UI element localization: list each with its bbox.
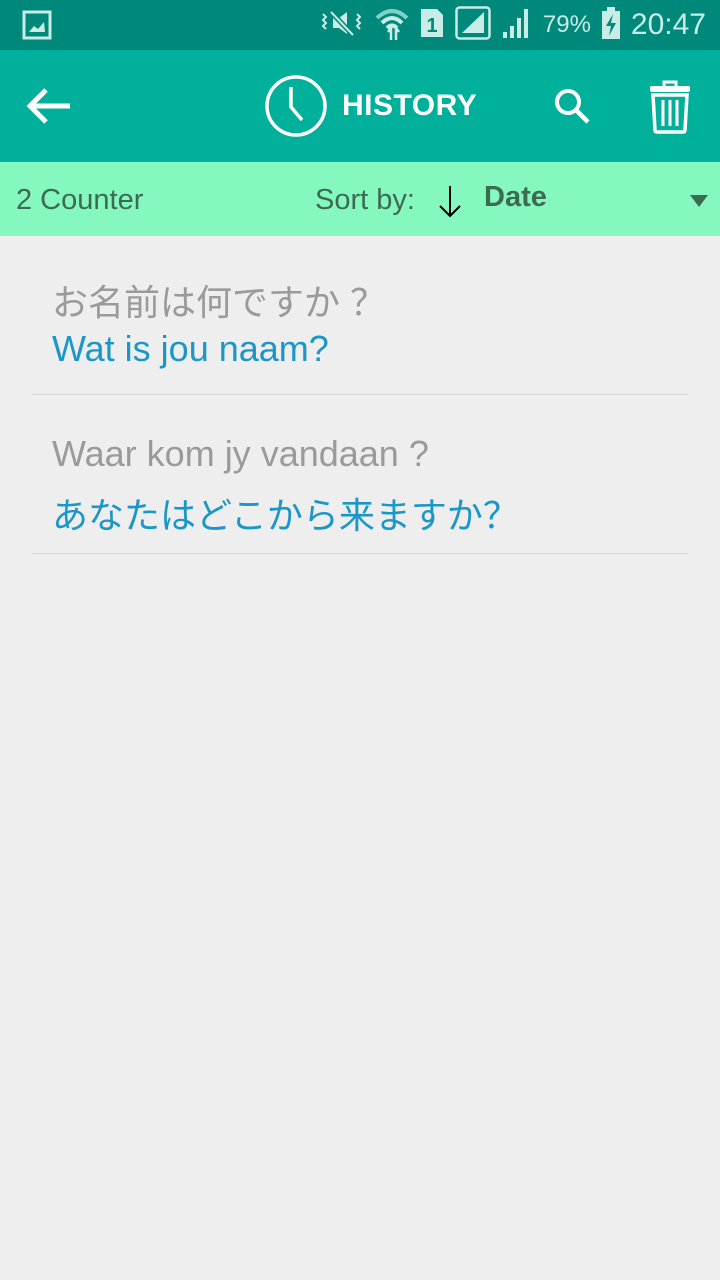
sim1-icon: 1 [419, 7, 445, 44]
translation-text: あなたはどこから来ますか？ [52, 495, 519, 536]
signal-icon-2 [501, 6, 533, 45]
back-arrow-icon [26, 88, 70, 124]
arrow-down-icon[interactable] [436, 184, 464, 218]
title-group: HISTORY [264, 74, 477, 138]
status-bar: 1 79% 20:47 [0, 0, 720, 50]
source-text: お名前は何ですか ？ [52, 282, 387, 323]
history-list: お名前は何ですか ？ Wat is jou naam? Waar kom jy … [32, 236, 688, 554]
search-button[interactable] [552, 86, 592, 126]
trash-icon [650, 80, 690, 134]
history-item[interactable]: Waar kom jy vandaan ? あなたはどこから来ますか？ [32, 395, 688, 554]
history-item[interactable]: お名前は何ですか ？ Wat is jou naam? [32, 236, 688, 395]
sort-bar: 2 Counter Sort by: Date [0, 162, 720, 236]
search-icon [555, 89, 590, 124]
back-button[interactable] [26, 86, 74, 126]
app-bar: HISTORY [0, 50, 720, 162]
sort-select[interactable]: Date [484, 181, 547, 214]
sort-label: Sort by: [315, 184, 415, 216]
battery-percent: 79% [542, 11, 591, 38]
clock-icon [265, 75, 327, 137]
status-icons: 1 79% 20:47 [319, 0, 706, 50]
clock-time: 20:47 [630, 8, 706, 41]
delete-all-button[interactable] [648, 80, 692, 134]
page-title: HISTORY [342, 89, 478, 122]
dropdown-arrow-icon[interactable] [690, 195, 708, 207]
wifi-icon [375, 6, 409, 45]
gallery-notification-icon [22, 10, 52, 45]
translation-text: Wat is jou naam? [52, 328, 329, 369]
history-counter: 2 Counter [16, 184, 144, 216]
vibrate-mute-icon [319, 8, 365, 43]
battery-charging-icon [601, 6, 621, 45]
svg-text:1: 1 [426, 15, 437, 37]
signal-icon [455, 5, 491, 45]
source-text: Waar kom jy vandaan ? [52, 433, 429, 474]
